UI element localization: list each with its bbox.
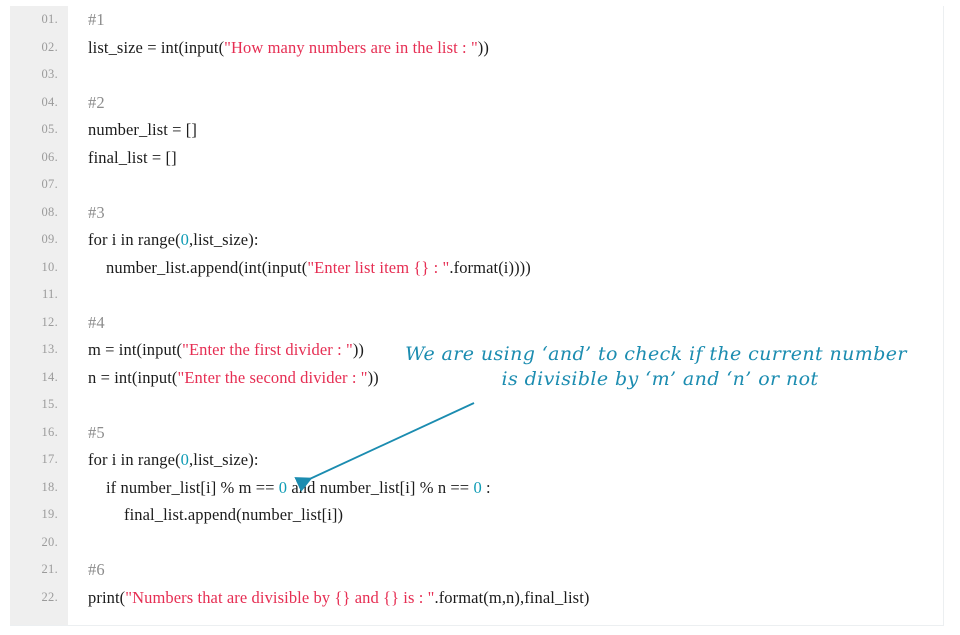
line-number: 13. [41, 342, 58, 356]
token-txt: print( [88, 587, 126, 607]
token-txt: ,list_size): [189, 450, 259, 469]
token-txt: ,list_size): [189, 230, 259, 249]
code-line-text: #4 [88, 309, 105, 337]
token-num: 0 [180, 230, 190, 249]
line-number: 02. [41, 39, 58, 54]
code-line-text: #2 [88, 89, 105, 117]
token-txt: for i in range( [88, 450, 181, 469]
line-number: 22. [41, 589, 58, 604]
token-num: 0 [278, 477, 288, 497]
token-str: "How many numbers are in the list : " [224, 37, 478, 57]
token-txt: if number_list[i] % m == [106, 477, 279, 497]
token-com: #5 [88, 422, 105, 442]
annotation-line-2: is divisible by ‘m’ and ‘n’ or not [501, 368, 819, 390]
code-line: 18. if number_list[i] % m == 0 and number… [10, 474, 943, 502]
code-line-text: number_list = [] [88, 116, 197, 144]
annotation-line-1: We are using ‘and’ to check if the curre… [405, 343, 907, 365]
line-number: 16. [41, 424, 58, 439]
token-txt: final_list = [] [88, 147, 177, 167]
code-line: 09. for i in range(0,list_size): [10, 226, 943, 254]
line-number: 05. [41, 122, 58, 136]
token-txt: number_list.append(int(input( [106, 257, 308, 277]
line-number: 01. [41, 12, 58, 26]
code-line-text: n = int(input("Enter the second divider … [88, 364, 379, 392]
code-line: 01. #1 [10, 6, 943, 34]
token-txt: .format(i)))) [449, 257, 531, 277]
line-number: 19. [41, 507, 58, 521]
token-str: "Enter list item {} : " [307, 257, 450, 277]
code-line-text: final_list.append(number_list[i]) [124, 501, 343, 529]
code-line: 07. [10, 171, 943, 199]
token-com: #4 [88, 312, 105, 332]
code-line: 21. #6 [10, 556, 943, 584]
token-com: #2 [88, 92, 105, 112]
code-line: 11. [10, 281, 943, 309]
line-number: 18. [41, 479, 58, 494]
token-txt: n = int(input( [88, 367, 178, 387]
code-line-text: #1 [88, 6, 105, 34]
line-number: 03. [41, 67, 58, 81]
code-line-text: for i in range(0,list_size): [88, 226, 259, 254]
code-line: 22. print("Numbers that are divisible by … [10, 584, 943, 612]
token-txt: : [481, 477, 491, 497]
token-txt: )) [367, 367, 379, 387]
code-line-text: #6 [88, 556, 105, 584]
line-number: 04. [41, 94, 58, 109]
token-txt: number_list = [] [88, 120, 197, 139]
line-number: 21. [41, 562, 58, 576]
code-line-text: number_list.append(int(input("Enter list… [106, 254, 531, 282]
code-line-text: #5 [88, 419, 105, 447]
line-number: 10. [41, 259, 58, 274]
line-number: 20. [41, 534, 58, 549]
token-str: "Numbers that are divisible by {} and {}… [125, 587, 435, 607]
code-line-text: m = int(input("Enter the first divider :… [88, 336, 364, 364]
code-line-text: if number_list[i] % m == 0 and number_li… [106, 474, 491, 502]
code-line-text: #3 [88, 199, 105, 227]
code-line: 05. number_list = [] [10, 116, 943, 144]
code-line-text: for i in range(0,list_size): [88, 446, 259, 474]
line-number: 11. [41, 287, 58, 301]
code-line: 16. #5 [10, 419, 943, 447]
code-line-text: print("Numbers that are divisible by {} … [88, 584, 589, 612]
line-number: 12. [41, 314, 58, 329]
line-number: 08. [41, 204, 58, 219]
code-line-text: final_list = [] [88, 144, 177, 172]
code-line: 08. #3 [10, 199, 943, 227]
token-num: 0 [180, 450, 190, 469]
token-str: "Enter the second divider : " [177, 367, 368, 387]
token-num: 0 [473, 477, 482, 497]
code-line-text: list_size = int(input("How many numbers … [88, 34, 489, 62]
code-line: 20. [10, 529, 943, 557]
code-line: 17. for i in range(0,list_size): [10, 446, 943, 474]
line-number: 09. [41, 232, 58, 246]
code-listing: 01. #1 02. list_size = int(input("How many … [10, 6, 943, 625]
line-number: 14. [41, 369, 58, 384]
token-txt: and number_list[i] % n == [287, 477, 474, 497]
token-txt: )) [352, 340, 365, 359]
token-txt: for i in range( [88, 230, 181, 249]
code-line: 03. [10, 61, 943, 89]
code-line: 15. [10, 391, 943, 419]
line-number: 06. [41, 149, 58, 164]
line-number: 07. [41, 177, 58, 191]
token-txt: )) [477, 37, 489, 57]
token-txt: .format(m,n),final_list) [434, 587, 590, 607]
code-line: 02. list_size = int(input("How many numbe… [10, 34, 943, 62]
token-txt: list_size = int(input( [88, 37, 225, 57]
code-line: 06. final_list = [] [10, 144, 943, 172]
handwritten-annotation: We are using ‘and’ to check if the curre… [396, 342, 916, 392]
token-str: "Enter the first divider : " [182, 340, 353, 359]
code-line: 10. number_list.append(int(input("Enter l… [10, 254, 943, 282]
token-txt: final_list.append(number_list[i]) [124, 505, 344, 524]
token-txt: m = int(input( [88, 340, 183, 359]
code-line: 12. #4 [10, 309, 943, 337]
line-number: 15. [41, 397, 58, 411]
code-snippet-card: 01. #1 02. list_size = int(input("How many … [10, 6, 944, 626]
line-number: 17. [41, 452, 58, 466]
token-com: #3 [88, 202, 105, 222]
code-line: 04. #2 [10, 89, 943, 117]
code-line: 19. final_list.append(number_list[i]) [10, 501, 943, 529]
token-com: #1 [88, 10, 105, 29]
token-com: #6 [88, 560, 105, 579]
